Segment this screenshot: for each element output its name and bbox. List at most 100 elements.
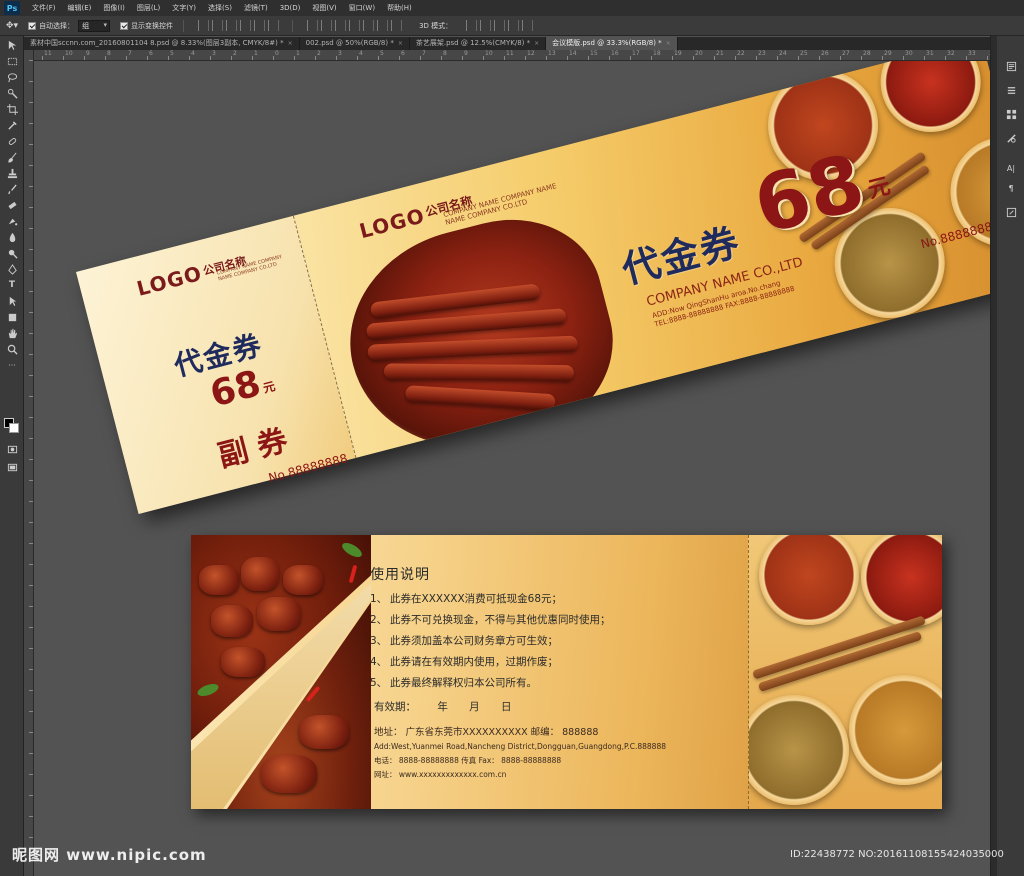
auto-select-dropdown[interactable]: 组 xyxy=(78,19,111,32)
panel-collapse-strip[interactable] xyxy=(991,36,997,876)
close-icon[interactable]: × xyxy=(534,37,539,50)
menu-type[interactable]: 文字(Y) xyxy=(166,0,202,16)
rule-text: 此券在XXXXXX消费可抵现金68元； xyxy=(390,593,563,605)
hand-tool-icon[interactable] xyxy=(5,326,19,340)
type-tool-icon[interactable]: T xyxy=(5,278,19,292)
distribute-right-icon[interactable] xyxy=(377,20,389,31)
tab-document-3[interactable]: 茶艺展架.psd @ 12.5%(CMYK/8) * × xyxy=(410,37,547,50)
ruler-label: 0 xyxy=(275,50,279,57)
ruler-label: 8 xyxy=(107,50,111,57)
menu-3d[interactable]: 3D(D) xyxy=(274,0,307,16)
character-panel-icon[interactable]: A| xyxy=(1004,162,1018,174)
marquee-tool-icon[interactable] xyxy=(5,54,19,68)
distribute-bottom-icon[interactable] xyxy=(335,20,347,31)
menu-file[interactable]: 文件(F) xyxy=(26,0,62,16)
align-bottom-icon[interactable] xyxy=(226,20,238,31)
horizontal-ruler[interactable]: 11 10 9 8 7 6 5 4 3 2 1 0 1 2 3 4 5 6 7 8 9 10 11 12 13 14 15 16 17 1… xyxy=(34,50,990,61)
voucher-front[interactable]: LOGO 公司名称 COMPANY NAME COMPANY NAME COMP… xyxy=(76,61,990,515)
distribute-left-icon[interactable] xyxy=(349,20,361,31)
tab-document-4[interactable]: 会议模版.psd @ 33.3%(RGB/8) * × xyxy=(546,37,678,50)
show-transform-option[interactable]: 显示变换控件 xyxy=(120,21,173,31)
blur-tool-icon[interactable] xyxy=(5,230,19,244)
menu-select[interactable]: 选择(S) xyxy=(202,0,238,16)
close-icon[interactable]: × xyxy=(398,37,403,50)
quick-mask-icon[interactable] xyxy=(5,442,19,456)
voucher-back[interactable]: 使用说明 1、 此券在XXXXXX消费可抵现金68元； 2、 此券不可兑换现金，不得… xyxy=(191,535,942,809)
menu-layer[interactable]: 图层(L) xyxy=(131,0,166,16)
3d-scale-icon[interactable] xyxy=(522,20,534,31)
lasso-tool-icon[interactable] xyxy=(5,70,19,84)
mode-3d-label: 3D 模式： xyxy=(419,21,453,30)
crop-tool-icon[interactable] xyxy=(5,102,19,116)
vertical-ruler[interactable] xyxy=(24,50,34,876)
menu-help[interactable]: 帮助(H) xyxy=(381,0,418,16)
auto-select-checkbox[interactable] xyxy=(28,21,37,30)
rule-text: 此券最终解释权归本公司所有。 xyxy=(390,677,537,689)
quick-select-tool-icon[interactable] xyxy=(5,86,19,100)
adjustments-panel-icon[interactable] xyxy=(1004,132,1018,144)
show-transform-checkbox[interactable] xyxy=(120,21,129,30)
path-select-tool-icon[interactable] xyxy=(5,294,19,308)
food-chunk xyxy=(283,565,323,595)
history-panel-icon[interactable] xyxy=(1004,60,1018,72)
document-canvas[interactable]: LOGO 公司名称 COMPANY NAME COMPANY NAME COMP… xyxy=(34,61,990,876)
zoom-tool-icon[interactable] xyxy=(5,342,19,356)
healing-brush-tool-icon[interactable] xyxy=(5,134,19,148)
3d-slide-icon[interactable] xyxy=(508,20,520,31)
eraser-tool-icon[interactable] xyxy=(5,198,19,212)
brush-tool-icon[interactable] xyxy=(5,150,19,164)
move-tool-icon[interactable] xyxy=(5,38,19,52)
3d-drag-icon[interactable] xyxy=(494,20,506,31)
align-top-icon[interactable] xyxy=(198,20,210,31)
instructions-title: 使用说明 xyxy=(370,567,430,583)
distribute-top-icon[interactable] xyxy=(307,20,319,31)
tel-fax-line: 电话： 8888-88888888 传真 Fax： 8888-88888888 xyxy=(374,756,562,765)
align-center-icon[interactable] xyxy=(254,20,266,31)
tab-document-1[interactable]: 素材中国sccnn.com_20160801104 8.psd @ 8.33%(… xyxy=(24,37,300,50)
paragraph-panel-icon[interactable]: ¶ xyxy=(1004,182,1018,194)
spice-bowls-photo xyxy=(749,535,942,809)
gradient-tool-icon[interactable] xyxy=(5,214,19,228)
document-tabs: 素材中国sccnn.com_20160801104 8.psd @ 8.33%(… xyxy=(24,37,990,50)
rectangle-tool-icon[interactable] xyxy=(5,310,19,324)
close-icon[interactable]: × xyxy=(666,37,671,50)
background-color-swatch[interactable] xyxy=(9,423,19,433)
more-tools-icon[interactable]: ··· xyxy=(5,358,19,372)
align-right-icon[interactable] xyxy=(268,20,280,31)
screen-mode-icon[interactable] xyxy=(5,460,19,474)
food-rib xyxy=(405,385,556,411)
pen-tool-icon[interactable] xyxy=(5,262,19,276)
ruler-label: 5 xyxy=(170,50,174,57)
close-icon[interactable]: × xyxy=(288,37,293,50)
menu-filter[interactable]: 滤镜(T) xyxy=(238,0,274,16)
auto-select-option[interactable]: 自动选择： 组 xyxy=(28,19,111,32)
move-tool-icon[interactable]: ✥▾ xyxy=(6,21,18,31)
3d-rotate-icon[interactable] xyxy=(466,20,478,31)
ruler-label: 28 xyxy=(863,50,871,57)
properties-panel-icon[interactable] xyxy=(1004,84,1018,96)
rule-item: 4、 此券请在有效期内使用，过期作废； xyxy=(370,652,611,673)
clone-stamp-tool-icon[interactable] xyxy=(5,166,19,180)
3d-roll-icon[interactable] xyxy=(480,20,492,31)
ruler-label: 8 xyxy=(443,50,447,57)
align-left-icon[interactable] xyxy=(240,20,252,31)
rule-item: 1、 此券在XXXXXX消费可抵现金68元； xyxy=(370,589,611,610)
distribute-middle-icon[interactable] xyxy=(321,20,333,31)
menu-image[interactable]: 图像(I) xyxy=(97,0,131,16)
dodge-tool-icon[interactable] xyxy=(5,246,19,260)
menu-edit[interactable]: 编辑(E) xyxy=(62,0,98,16)
distribute-center-icon[interactable] xyxy=(363,20,375,31)
ruler-label: 20 xyxy=(695,50,703,57)
swatches-panel-icon[interactable] xyxy=(1004,108,1018,120)
menu-view[interactable]: 视图(V) xyxy=(306,0,342,16)
auto-align-icon[interactable] xyxy=(391,20,403,31)
ruler-label: 21 xyxy=(716,50,724,57)
align-middle-icon[interactable] xyxy=(212,20,224,31)
tab-document-2[interactable]: 002.psd @ 50%(RGB/8) * × xyxy=(300,37,410,50)
history-brush-tool-icon[interactable] xyxy=(5,182,19,196)
food-chunk xyxy=(257,597,301,631)
menu-window[interactable]: 窗口(W) xyxy=(343,0,381,16)
tool-presets-icon[interactable] xyxy=(1004,206,1018,218)
eyedropper-tool-icon[interactable] xyxy=(5,118,19,132)
ruler-label: 2 xyxy=(233,50,237,57)
